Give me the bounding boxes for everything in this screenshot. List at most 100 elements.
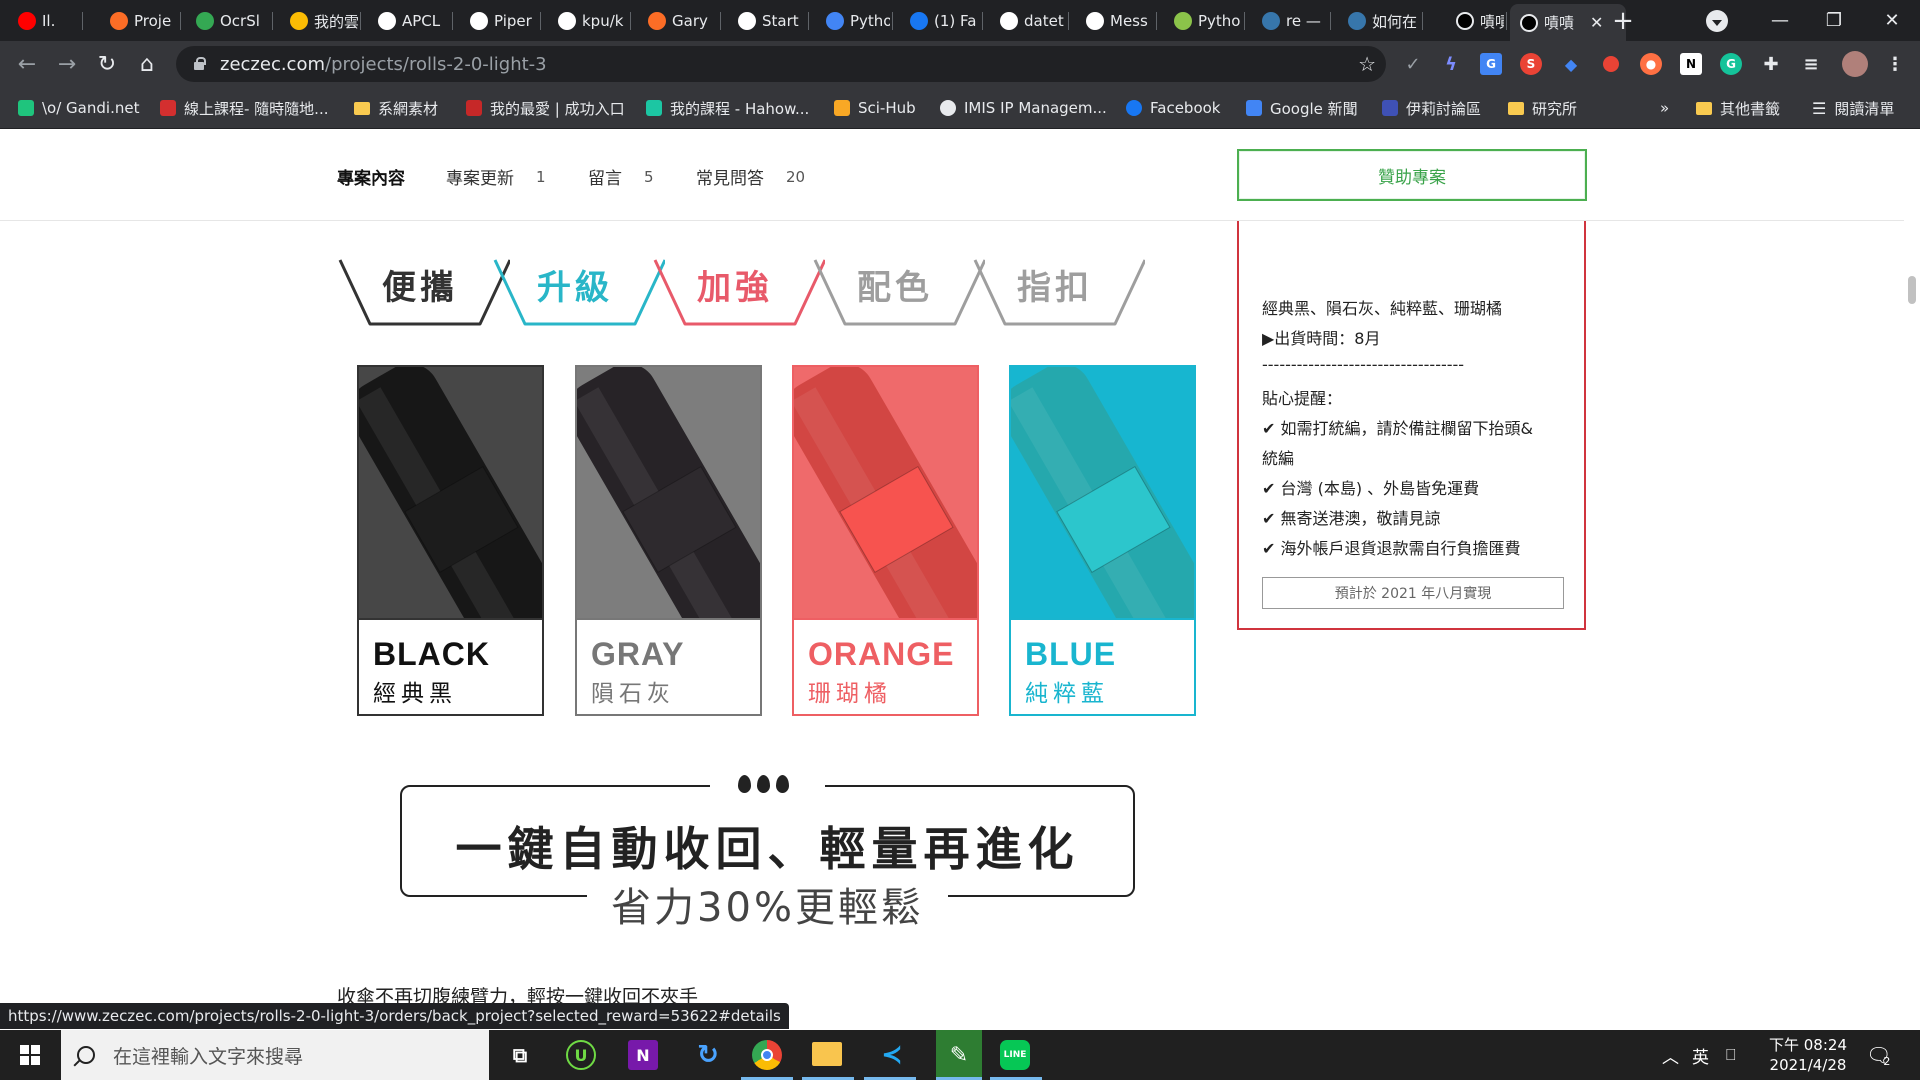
tab-1[interactable]: Proje — [100, 8, 178, 34]
bookmark-star-icon[interactable]: ☆ — [1358, 52, 1376, 76]
google-news-icon — [1246, 100, 1262, 116]
subnav-tab-2[interactable]: 留言 5 — [588, 164, 654, 190]
reading-list-icon: ☰ — [1812, 98, 1827, 118]
home-icon[interactable]: ⌂ — [132, 49, 162, 79]
start-button[interactable] — [0, 1030, 60, 1080]
tab-13[interactable]: Pytho — [1164, 8, 1242, 34]
vscode-icon[interactable]: ≺ — [874, 1037, 910, 1073]
gear-doc-icon — [826, 12, 844, 30]
bolt-extension-icon[interactable]: ϟ — [1440, 53, 1462, 75]
subnav-count: 1 — [536, 167, 546, 186]
subnav-tab-3[interactable]: 常見問答 20 — [696, 164, 805, 190]
bookmark-5[interactable]: Sci-Hub — [834, 97, 916, 119]
reading-list[interactable]: ☰ 閱讀清單 — [1812, 97, 1894, 119]
record-extension-icon[interactable] — [1603, 56, 1619, 72]
close-tab-icon[interactable]: ✕ — [1590, 13, 1603, 32]
subnav-tab-0[interactable]: 專案內容 — [337, 164, 405, 189]
pen-app-icon[interactable]: ✎ — [936, 1030, 982, 1080]
shield-extension-icon[interactable]: ◆ — [1560, 53, 1582, 75]
file-explorer-icon[interactable] — [812, 1042, 842, 1066]
taskbar-search[interactable]: 在這裡輸入文字來搜尋 — [61, 1030, 489, 1080]
profile-avatar[interactable] — [1842, 51, 1868, 77]
bookmark-0[interactable]: \o/ Gandi.net — [18, 97, 139, 119]
tab-label: re — — [1286, 12, 1321, 30]
notification-center-icon[interactable]: 🗨 2 — [1866, 1030, 1891, 1080]
sponsor-project-button[interactable]: 贊助專案 — [1237, 149, 1587, 201]
window-close-icon[interactable]: ✕ — [1864, 0, 1920, 41]
tab-5[interactable]: Piper — [460, 8, 538, 34]
new-tab-icon[interactable]: + — [1608, 6, 1638, 36]
back-icon[interactable]: ← — [12, 49, 42, 79]
onenote-icon[interactable]: N — [628, 1040, 658, 1070]
bookmark-1[interactable]: 線上課程- 隨時隨地... — [160, 97, 329, 119]
tab-14[interactable]: re — — [1252, 8, 1328, 34]
tab-3[interactable]: 我的雲 — [280, 8, 358, 34]
page-scrollbar[interactable] — [1904, 130, 1920, 1030]
tab-4[interactable]: APCL — [368, 8, 450, 34]
lock-icon[interactable] — [192, 57, 206, 71]
menu-kebab-icon[interactable]: ⋮ — [1884, 53, 1906, 75]
scrollbar-thumb[interactable] — [1908, 276, 1916, 304]
color-name-en: GRAY — [591, 636, 685, 672]
line-icon[interactable]: LINE — [1000, 1040, 1030, 1070]
subnav-tab-1[interactable]: 專案更新 1 — [446, 164, 546, 190]
tab-separator — [630, 12, 631, 30]
upwork-icon[interactable]: U — [566, 1040, 596, 1070]
media-queue-icon[interactable]: ≡ — [1800, 53, 1822, 75]
bookmark-3[interactable]: 我的最愛 | 成功入口 — [466, 97, 625, 119]
reward-line: ▶出貨時間：8月 — [1262, 329, 1381, 348]
puzzle-extensions-icon[interactable]: ✚ — [1760, 53, 1782, 75]
address-bar[interactable]: zeczec.com/projects/rolls-2-0-light-3 ☆ — [176, 46, 1386, 82]
reload-icon[interactable]: ↻ — [92, 49, 122, 79]
bookmark-9[interactable]: 伊莉討論區 — [1382, 97, 1481, 119]
color-label-box: BLUE 純粹藍 — [1011, 618, 1194, 714]
tab-12[interactable]: Mess — [1076, 8, 1154, 34]
taskbar-clock[interactable]: 下午 08:24 2021/4/28 — [1768, 1035, 1848, 1075]
tab-15[interactable]: 如何在 — [1338, 8, 1420, 34]
reward-card[interactable]: 預計於 2021 年八月實現 經典黑、隕石灰、純粹藍、珊瑚橘 ▶出貨時間：8月 --… — [1237, 190, 1586, 630]
fox-extension-icon[interactable]: ● — [1640, 53, 1662, 75]
hexagon-label: 配色 — [857, 268, 933, 308]
forward-icon[interactable]: → — [52, 49, 82, 79]
tab-8[interactable]: Start — [728, 8, 806, 34]
task-view-icon[interactable]: ⧉ — [502, 1037, 538, 1073]
restore-icon[interactable]: ❐ — [1806, 0, 1862, 41]
tab-2[interactable]: OcrSl — [186, 8, 270, 34]
s-extension-icon[interactable]: S — [1520, 53, 1542, 75]
color-name-zh: 經典黑 — [373, 681, 457, 707]
tab-label: Start — [762, 12, 799, 30]
tab-9[interactable]: Pytho — [816, 8, 890, 34]
tab-11[interactable]: datet — [990, 8, 1066, 34]
tab-7[interactable]: Gary — [638, 8, 718, 34]
grammarly-extension-icon[interactable]: G — [1720, 53, 1742, 75]
reward-line: ✔ 無寄送港澳，敬請見諒 — [1262, 509, 1441, 528]
bookmarks-overflow-icon[interactable]: » — [1660, 97, 1669, 119]
tab-separator — [272, 12, 273, 30]
minimize-icon[interactable]: — — [1752, 0, 1808, 41]
windows-logo-icon — [20, 1045, 40, 1065]
bookmark-8[interactable]: Google 新聞 — [1246, 97, 1358, 119]
tab-10[interactable]: (1) Fa — [900, 8, 980, 34]
notion-extension-icon[interactable]: N — [1680, 53, 1702, 75]
tab-6[interactable]: kpu/k — [548, 8, 628, 34]
reward-line: ✔ 如需打統編，請於備註欄留下抬頭& — [1262, 419, 1533, 438]
chrome-icon[interactable] — [752, 1040, 782, 1070]
bookmark-6[interactable]: IMIS IP Managem... — [940, 97, 1107, 119]
bookmarks-bar: » 其他書籤 ☰ 閱讀清單 \o/ Gandi.net 線上課程- 隨時隨地... 系… — [0, 87, 1920, 129]
bookmark-7[interactable]: Facebook — [1126, 97, 1220, 119]
refresh-app-icon[interactable]: ↻ — [690, 1037, 726, 1073]
checkmark-extension-icon[interactable]: ✓ — [1402, 53, 1424, 75]
tab-16[interactable]: 嘖嘖 | — [1446, 8, 1504, 34]
other-bookmarks[interactable]: 其他書籤 — [1696, 97, 1780, 119]
tab-search-icon[interactable] — [1706, 10, 1728, 32]
reward-estimate-box: 預計於 2021 年八月實現 — [1262, 577, 1564, 609]
color-label-box: ORANGE 珊瑚橘 — [794, 618, 977, 714]
tab-0[interactable]: Il. — [8, 8, 80, 34]
bookmark-4[interactable]: 我的課程 - Hahow... — [646, 97, 809, 119]
ime-mode-icon[interactable]: ⎕ — [1726, 1030, 1736, 1080]
translate-extension-icon[interactable]: G — [1480, 53, 1502, 75]
bookmark-2[interactable]: 系網素材 — [354, 97, 438, 119]
tray-overflow-icon[interactable]: ︿ — [1662, 1030, 1679, 1080]
ime-indicator[interactable]: 英 — [1692, 1030, 1709, 1080]
bookmark-10[interactable]: 研究所 — [1508, 97, 1577, 119]
